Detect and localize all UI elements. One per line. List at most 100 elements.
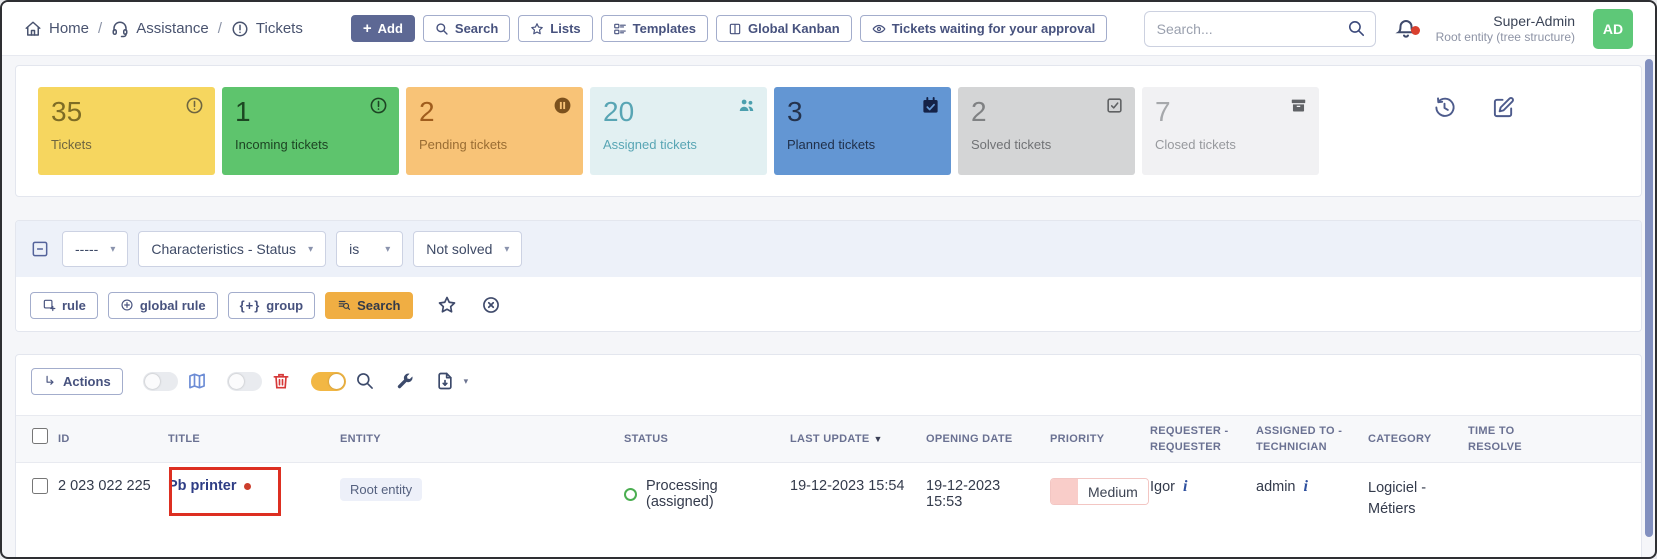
criteria-field-select[interactable]: Characteristics - Status ▾ [138, 231, 326, 267]
ticket-status-cards-panel: 35 Tickets 1 Incoming tickets 2 Pending … [15, 65, 1642, 197]
lists-button[interactable]: Lists [518, 15, 592, 42]
header-select-all[interactable] [16, 416, 50, 463]
card-label: Pending tickets [419, 137, 570, 152]
card-closed-tickets[interactable]: 7 Closed tickets [1142, 87, 1319, 175]
criteria-value-select[interactable]: Not solved ▾ [413, 231, 522, 267]
search-icon[interactable] [1347, 19, 1366, 38]
header-entity[interactable]: ENTITY [332, 416, 616, 463]
templates-icon [613, 22, 627, 36]
card-count: 20 [603, 96, 754, 128]
info-icon[interactable]: i [1183, 478, 1187, 495]
criteria-buttons-row: rule global rule {+} group Search [16, 277, 1641, 332]
topbar-right: Super-Admin Root entity (tree structure)… [1144, 9, 1633, 49]
search-toggle[interactable] [311, 372, 346, 391]
export-menu[interactable]: ▾ [435, 371, 469, 391]
ticket-title-link[interactable]: Pb printer [168, 478, 236, 494]
favorite-star-icon[interactable] [437, 295, 457, 315]
star-icon [530, 22, 544, 36]
headset-icon [111, 20, 129, 38]
results-panel: Actions ▾ [15, 354, 1642, 559]
criteria-row: ----- ▾ Characteristics - Status ▾ is ▾ … [16, 221, 1641, 277]
rule-button-label: rule [62, 298, 86, 313]
add-group-button[interactable]: {+} group [228, 292, 316, 319]
add-rule-button[interactable]: rule [30, 292, 98, 319]
ticket-last-update-cell: 19-12-2023 15:54 [782, 463, 918, 531]
logic-operator-select[interactable]: ----- ▾ [62, 231, 128, 267]
search-icon[interactable] [355, 371, 375, 391]
wrench-icon[interactable] [395, 371, 415, 391]
header-status[interactable]: STATUS [616, 416, 782, 463]
header-requester[interactable]: REQUESTER - REQUESTER [1142, 416, 1248, 463]
deleted-toggle[interactable] [227, 372, 262, 391]
archive-icon [1289, 96, 1308, 115]
card-label: Tickets [51, 137, 202, 152]
pause-circle-icon [553, 96, 572, 115]
tickets-waiting-approval-button[interactable]: Tickets waiting for your approval [860, 15, 1107, 42]
header-last-update[interactable]: LAST UPDATE▼ [782, 416, 918, 463]
search-button[interactable]: Search [423, 15, 510, 42]
ticket-status-cell: Processing (assigned) [616, 463, 782, 531]
templates-button[interactable]: Templates [601, 15, 708, 42]
header-priority[interactable]: PRIORITY [1042, 416, 1142, 463]
trash-icon [271, 371, 291, 391]
status-processing-icon [624, 488, 637, 501]
header-category[interactable]: CATEGORY [1360, 416, 1460, 463]
users-icon [737, 96, 756, 115]
lists-button-label: Lists [550, 21, 580, 36]
header-id[interactable]: ID [50, 416, 160, 463]
header-time-to-resolve[interactable]: TIME TO RESOLVE [1460, 416, 1570, 463]
breadcrumb-separator: / [98, 20, 102, 37]
card-count: 3 [787, 96, 938, 128]
file-download-icon [435, 371, 455, 391]
ticket-title-cell: Pb printer [160, 463, 332, 531]
history-icon[interactable] [1433, 96, 1456, 119]
breadcrumb-assistance[interactable]: Assistance [111, 20, 209, 38]
card-label: Assigned tickets [603, 137, 754, 152]
map-toggle[interactable] [143, 372, 178, 391]
breadcrumb-home[interactable]: Home [24, 20, 89, 38]
add-global-rule-button[interactable]: global rule [108, 292, 218, 319]
criteria-search-button[interactable]: Search [325, 292, 412, 319]
ticket-time-to-resolve-cell [1460, 463, 1570, 531]
alert-circle-icon [185, 96, 204, 115]
card-solved-tickets[interactable]: 2 Solved tickets [958, 87, 1135, 175]
header-assigned-to[interactable]: ASSIGNED TO - TECHNICIAN [1248, 416, 1360, 463]
card-planned-tickets[interactable]: 3 Planned tickets [774, 87, 951, 175]
card-assigned-tickets[interactable]: 20 Assigned tickets [590, 87, 767, 175]
card-incoming-tickets[interactable]: 1 Incoming tickets [222, 87, 399, 175]
global-rule-button-label: global rule [140, 298, 206, 313]
criteria-condition-select[interactable]: is ▾ [336, 231, 403, 267]
select-all-checkbox[interactable] [32, 428, 48, 444]
actions-button-label: Actions [63, 374, 111, 389]
edit-icon[interactable] [1492, 96, 1515, 119]
notifications-button[interactable] [1394, 17, 1418, 41]
eye-icon [872, 22, 886, 36]
breadcrumb-tickets[interactable]: Tickets [231, 20, 303, 38]
info-icon[interactable]: i [1304, 478, 1308, 495]
add-button[interactable]: + Add [351, 15, 415, 42]
list-search-icon [337, 298, 351, 312]
card-count: 2 [419, 96, 570, 128]
card-tickets[interactable]: 35 Tickets [38, 87, 215, 175]
global-search-input[interactable] [1144, 11, 1376, 47]
header-title[interactable]: TITLE [160, 416, 332, 463]
row-checkbox[interactable] [32, 478, 48, 494]
circle-x-icon[interactable] [481, 295, 501, 315]
user-menu[interactable]: Super-Admin Root entity (tree structure) [1436, 13, 1575, 44]
select-value: ----- [75, 241, 98, 257]
toggle-knob [145, 374, 160, 389]
checkbox-icon [1105, 96, 1124, 115]
global-kanban-button[interactable]: Global Kanban [716, 15, 852, 42]
ticket-category-cell: Logiciel - Métiers [1360, 463, 1460, 531]
card-pending-tickets[interactable]: 2 Pending tickets [406, 87, 583, 175]
scrollbar-thumb[interactable] [1645, 59, 1653, 537]
user-name: Super-Admin [1436, 13, 1575, 29]
minus-square-icon[interactable] [30, 239, 50, 259]
toggle-knob [229, 374, 244, 389]
tickets-table: ID TITLE ENTITY STATUS LAST UPDATE▼ OPEN… [16, 415, 1641, 530]
header-opening-date[interactable]: OPENING DATE [918, 416, 1042, 463]
row-select-cell [16, 463, 50, 531]
avatar[interactable]: AD [1593, 9, 1633, 49]
alert-circle-icon [369, 96, 388, 115]
actions-button[interactable]: Actions [31, 368, 123, 395]
